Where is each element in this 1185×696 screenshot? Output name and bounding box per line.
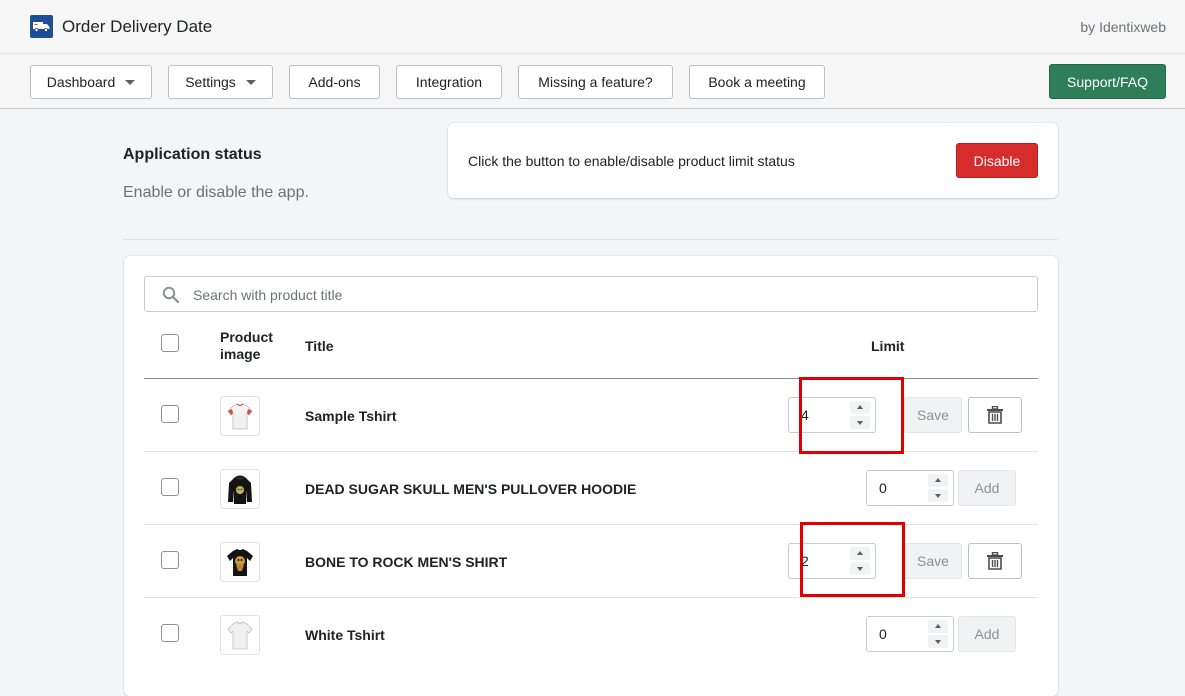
add-button[interactable]: Add	[958, 470, 1016, 506]
column-header-limit: Limit	[871, 338, 905, 354]
limit-value: 0	[879, 626, 887, 642]
delivery-truck-icon	[30, 15, 53, 38]
status-card: Click the button to enable/disable produ…	[448, 123, 1058, 198]
product-title: White Tshirt	[305, 627, 385, 643]
table-row: Sample Tshirt 4 Save	[144, 379, 1038, 452]
trash-icon	[987, 552, 1003, 570]
app-header: Order Delivery Date by Identixweb	[0, 0, 1185, 54]
search-input[interactable]	[191, 277, 1025, 313]
column-header-title: Title	[305, 338, 334, 354]
column-header-product-image: Product image	[220, 329, 273, 363]
limit-input[interactable]: 4	[788, 397, 876, 433]
decrement-icon[interactable]	[850, 416, 870, 429]
trash-icon	[987, 406, 1003, 424]
row-checkbox[interactable]	[161, 624, 179, 642]
limit-input[interactable]: 0	[866, 470, 954, 506]
row-checkbox[interactable]	[161, 551, 179, 569]
integration-button[interactable]: Integration	[396, 65, 502, 99]
app-title: Order Delivery Date	[62, 17, 213, 36]
section-description: Enable or disable the app.	[123, 184, 309, 201]
product-thumbnail	[220, 396, 260, 436]
section-divider	[123, 239, 1058, 240]
header-image-line2: image	[220, 346, 261, 362]
limit-value: 4	[801, 407, 809, 423]
table-row: White Tshirt 0 Add	[144, 598, 1038, 671]
product-thumbnail	[220, 469, 260, 509]
dashboard-menu-button[interactable]: Dashboard	[30, 65, 152, 99]
decrement-icon[interactable]	[850, 562, 870, 575]
chevron-down-icon	[125, 80, 136, 85]
product-thumbnail	[220, 615, 260, 655]
limit-value: 2	[801, 553, 809, 569]
row-checkbox[interactable]	[161, 478, 179, 496]
section-heading: Application status	[123, 146, 262, 163]
limit-input[interactable]: 0	[866, 616, 954, 652]
product-title: Sample Tshirt	[305, 408, 397, 424]
row-checkbox[interactable]	[161, 405, 179, 423]
product-title: DEAD SUGAR SKULL MEN'S PULLOVER HOODIE	[305, 481, 637, 497]
support-faq-button[interactable]: Support/FAQ	[1049, 64, 1166, 99]
missing-feature-button[interactable]: Missing a feature?	[518, 65, 673, 99]
increment-icon[interactable]	[850, 547, 870, 560]
vendor-byline: by Identixweb	[1080, 19, 1166, 35]
addons-button[interactable]: Add-ons	[289, 65, 380, 99]
nav-bar: Dashboard Settings Add-ons Integration M…	[0, 54, 1185, 109]
dashboard-label: Dashboard	[46, 74, 116, 90]
settings-label: Settings	[185, 74, 236, 90]
add-button[interactable]: Add	[958, 616, 1016, 652]
decrement-icon[interactable]	[928, 489, 948, 502]
search-icon	[162, 286, 180, 304]
increment-icon[interactable]	[850, 401, 870, 414]
increment-icon[interactable]	[928, 474, 948, 487]
select-all-checkbox[interactable]	[161, 334, 179, 352]
save-button[interactable]: Save	[904, 543, 962, 579]
limit-value: 0	[879, 480, 887, 496]
save-button[interactable]: Save	[904, 397, 962, 433]
book-meeting-button[interactable]: Book a meeting	[689, 65, 825, 99]
increment-icon[interactable]	[928, 620, 948, 633]
product-title: BONE TO ROCK MEN'S SHIRT	[305, 554, 508, 570]
table-row: DEAD SUGAR SKULL MEN'S PULLOVER HOODIE 0…	[144, 452, 1038, 525]
disable-button[interactable]: Disable	[956, 143, 1038, 178]
decrement-icon[interactable]	[928, 635, 948, 648]
product-thumbnail	[220, 542, 260, 582]
delete-button[interactable]	[968, 543, 1022, 579]
table-row: BONE TO ROCK MEN'S SHIRT 2 Save	[144, 525, 1038, 598]
limit-input[interactable]: 2	[788, 543, 876, 579]
header-image-line1: Product	[220, 329, 273, 345]
product-limit-card: Product image Title Limit Sample Tshirt …	[124, 256, 1058, 696]
chevron-down-icon	[245, 80, 256, 85]
status-message: Click the button to enable/disable produ…	[468, 153, 795, 169]
search-field[interactable]	[144, 276, 1038, 313]
delete-button[interactable]	[968, 397, 1022, 433]
settings-menu-button[interactable]: Settings	[168, 65, 273, 99]
